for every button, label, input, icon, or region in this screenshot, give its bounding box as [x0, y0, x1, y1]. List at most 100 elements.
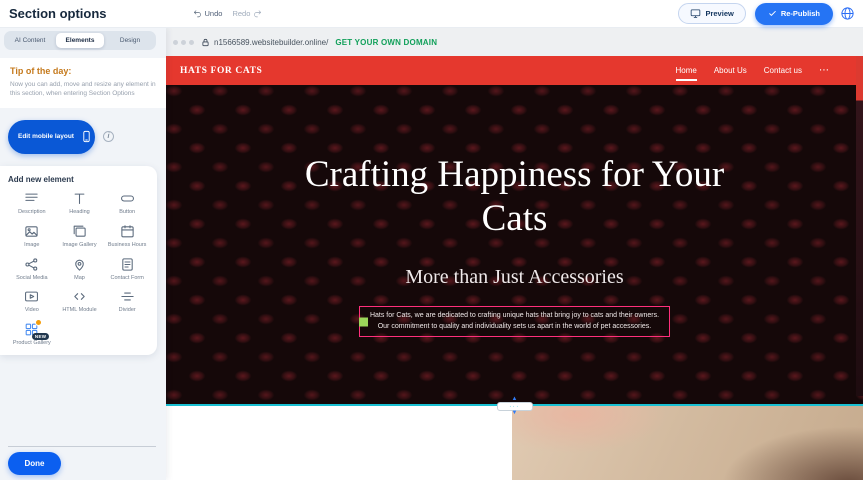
section-options-sidebar: AI Content Elements Design Tip of the da…	[0, 28, 166, 480]
republish-label: Re-Publish	[781, 9, 820, 18]
business-hours-icon	[120, 224, 135, 239]
video-icon	[24, 289, 39, 304]
add-element-image-gallery[interactable]: Image Gallery	[56, 224, 104, 249]
contact-form-icon	[120, 257, 135, 272]
hero-paragraph-selected[interactable]: Hats for Cats, we are dedicated to craft…	[359, 306, 670, 337]
add-element-html-module[interactable]: HTML Module	[56, 289, 104, 314]
section-resize-handle[interactable]: ▲ ··· ▼	[497, 397, 533, 416]
new-badge: NEW	[32, 333, 49, 340]
undo-label: Undo	[205, 9, 223, 18]
site-nav: Home About Us Contact us ⋯	[676, 60, 830, 81]
site-header: HATS FOR CATS Home About Us Contact us ⋯	[166, 56, 863, 85]
browser-address-bar: n1566589.websitebuilder.online/ GET YOUR…	[166, 28, 863, 56]
element-label: Description	[18, 209, 46, 216]
preview-button[interactable]: Preview	[678, 3, 745, 24]
element-label: Image Gallery	[62, 242, 96, 249]
element-label: Contact Form	[111, 275, 144, 282]
add-element-business-hours[interactable]: Business Hours	[103, 224, 151, 249]
arrow-down-icon: ▼	[512, 411, 518, 416]
map-pin-icon	[72, 257, 87, 272]
edit-mobile-label: Edit mobile layout	[18, 133, 74, 140]
element-label: Image	[24, 242, 39, 249]
preview-label: Preview	[705, 9, 733, 18]
element-label: Button	[119, 209, 135, 216]
browser-dots	[173, 40, 194, 45]
info-icon[interactable]	[103, 131, 114, 142]
cat-photo	[512, 406, 863, 480]
edit-mobile-layout-button[interactable]: Edit mobile layout	[8, 120, 95, 154]
tab-ai-content[interactable]: AI Content	[6, 33, 54, 48]
history-controls: Undo Redo	[193, 9, 263, 18]
check-icon	[768, 9, 777, 18]
next-section-background	[166, 406, 512, 480]
image-icon	[24, 224, 39, 239]
browser-dot	[181, 40, 186, 45]
add-element-image[interactable]: Image	[8, 224, 56, 249]
edit-mobile-row: Edit mobile layout	[8, 120, 166, 154]
lock-icon	[201, 38, 210, 47]
undo-icon	[193, 9, 202, 18]
redo-label: Redo	[232, 9, 250, 18]
sidebar-tabs: AI Content Elements Design	[4, 31, 156, 50]
get-domain-link[interactable]: GET YOUR OWN DOMAIN	[335, 38, 437, 47]
add-element-video[interactable]: Video	[8, 289, 56, 314]
add-element-divider[interactable]: Divider	[103, 289, 151, 314]
hero-paragraph-line: Our commitment to quality and individual…	[370, 322, 659, 333]
social-media-icon	[24, 257, 39, 272]
add-element-social-media[interactable]: Social Media	[8, 257, 56, 282]
hero-heading[interactable]: Crafting Happiness for Your Cats	[295, 153, 735, 240]
top-toolbar: Section options Undo Redo Preview Re-Pub…	[0, 0, 863, 28]
element-grid: Description Heading Button Image Image G…	[8, 191, 151, 347]
hero-subheading[interactable]: More than Just Accessories	[405, 266, 623, 289]
phone-icon	[80, 130, 93, 143]
nav-more-icon[interactable]: ⋯	[819, 66, 829, 76]
language-button[interactable]	[840, 6, 855, 21]
add-new-element-panel: Add new element Description Heading Butt…	[0, 166, 157, 355]
sidebar-divider	[8, 446, 156, 447]
nav-contact-us[interactable]: Contact us	[764, 60, 802, 81]
browser-dot	[173, 40, 178, 45]
hero-section[interactable]: Crafting Happiness for Your Cats More th…	[166, 85, 863, 406]
element-label: Product Gallery	[13, 340, 51, 347]
element-label: Map	[74, 275, 85, 282]
element-label: Heading	[69, 209, 90, 216]
add-panel-title: Add new element	[8, 175, 151, 184]
image-gallery-icon	[72, 224, 87, 239]
tab-design[interactable]: Design	[106, 33, 154, 48]
tip-body: Now you can add, move and resize any ele…	[10, 80, 156, 99]
undo-button[interactable]: Undo	[193, 9, 223, 18]
button-icon	[120, 191, 135, 206]
page-title: Section options	[9, 6, 107, 21]
site-logo[interactable]: HATS FOR CATS	[180, 66, 262, 76]
add-element-description[interactable]: Description	[8, 191, 56, 216]
redo-icon	[253, 9, 262, 18]
divider-icon	[120, 289, 135, 304]
editor-canvas: n1566589.websitebuilder.online/ GET YOUR…	[166, 28, 863, 480]
resize-handle[interactable]	[359, 317, 368, 326]
site-url: n1566589.websitebuilder.online/	[214, 38, 328, 47]
element-label: Video	[25, 307, 39, 314]
done-button[interactable]: Done	[8, 452, 61, 475]
element-label: HTML Module	[62, 307, 96, 314]
republish-button[interactable]: Re-Publish	[755, 3, 833, 25]
tab-elements[interactable]: Elements	[56, 33, 104, 48]
hero-paragraph-line: Hats for Cats, we are dedicated to craft…	[370, 311, 659, 322]
add-element-map[interactable]: Map	[56, 257, 104, 282]
nav-home[interactable]: Home	[676, 60, 697, 81]
description-icon	[24, 191, 39, 206]
html-module-icon	[72, 289, 87, 304]
browser-dot	[189, 40, 194, 45]
add-element-contact-form[interactable]: Contact Form	[103, 257, 151, 282]
add-element-heading[interactable]: Heading	[56, 191, 104, 216]
element-label: Social Media	[16, 275, 48, 282]
scrollbar[interactable]	[856, 56, 863, 396]
globe-icon	[840, 6, 855, 21]
heading-icon	[72, 191, 87, 206]
add-element-button[interactable]: Button	[103, 191, 151, 216]
notification-dot	[35, 319, 42, 326]
redo-button[interactable]: Redo	[232, 9, 262, 18]
app-window: Section options Undo Redo Preview Re-Pub…	[0, 0, 863, 480]
add-element-product-gallery[interactable]: NEW Product Gallery	[8, 322, 56, 347]
nav-about-us[interactable]: About Us	[714, 60, 747, 81]
tip-title: Tip of the day:	[10, 66, 156, 76]
